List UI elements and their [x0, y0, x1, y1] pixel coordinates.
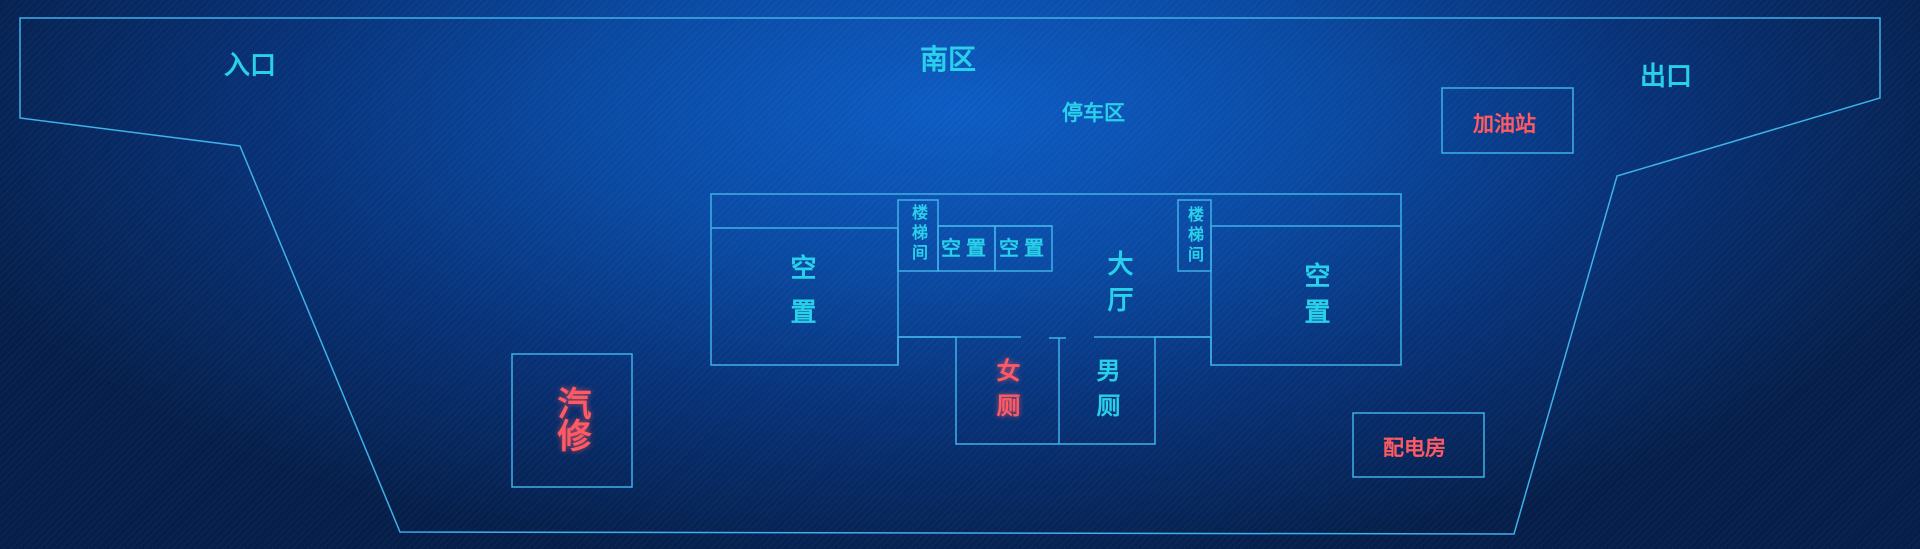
- entrance-label: 入口: [224, 51, 277, 81]
- exit-label: 出口: [1640, 62, 1693, 92]
- gas-station-label: 加油站: [1473, 112, 1536, 136]
- stairs-right-label: 楼梯间: [1185, 206, 1204, 266]
- vacant-right-label: 空置: [1300, 262, 1330, 334]
- site-boundary: [19, 17, 1881, 535]
- map-canvas: 入口 南区 停车区 出口 加油站 汽修 配电房 空置 空置 大厅 楼梯间 楼梯间…: [0, 0, 1920, 549]
- vacant-small-1-label: 空置: [941, 236, 991, 260]
- hall-label: 大厅: [1103, 250, 1133, 322]
- floor-plan: [19, 17, 1881, 535]
- vacant-left-label: 空置: [786, 254, 816, 342]
- south-zone-label: 南区: [920, 43, 977, 76]
- mens-restroom-label: 男厕: [1092, 358, 1120, 428]
- power-room-label: 配电房: [1383, 436, 1446, 460]
- stairs-left-label: 楼梯间: [909, 204, 928, 264]
- auto-repair-label: 汽修: [551, 386, 591, 450]
- vacant-small-2-label: 空置: [999, 236, 1049, 260]
- parking-label: 停车区: [1062, 101, 1125, 125]
- womens-restroom-label: 女厕: [992, 358, 1020, 428]
